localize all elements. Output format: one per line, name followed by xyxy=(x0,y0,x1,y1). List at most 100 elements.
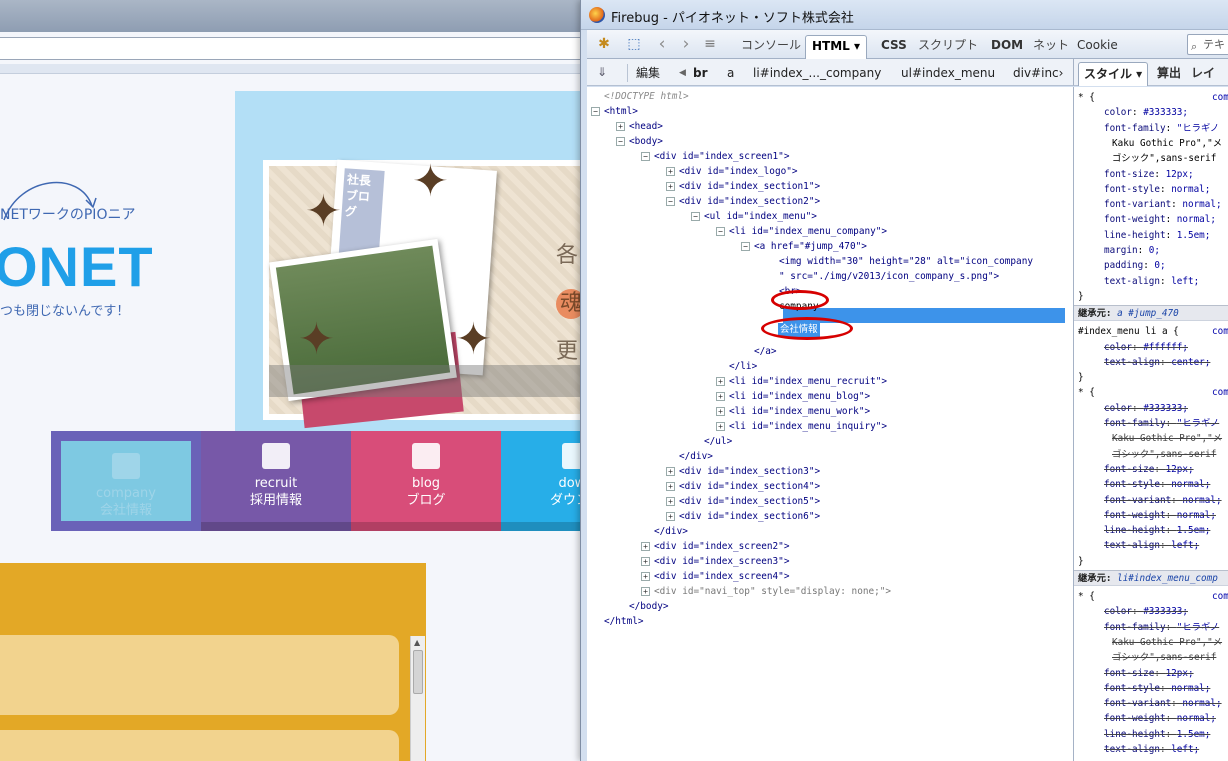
css-source-link[interactable]: com xyxy=(1212,90,1228,105)
css-property[interactable]: color: #333333; xyxy=(1104,105,1188,120)
css-rule-selector[interactable]: * {com xyxy=(1078,90,1228,105)
html-tree-node[interactable]: − <body> xyxy=(616,134,663,149)
html-tree-node[interactable]: + <head> xyxy=(616,119,663,134)
tab-computed[interactable]: 算出 xyxy=(1152,62,1186,86)
break-on-mutate-icon[interactable]: ⇓ xyxy=(597,65,613,81)
inherited-selector-link[interactable]: li#index_menu_comp xyxy=(1117,573,1218,584)
html-tree-node[interactable]: </li> xyxy=(729,359,757,374)
collapse-node-icon[interactable]: − xyxy=(616,137,625,146)
tab-script[interactable]: スクリプト xyxy=(912,35,984,59)
css-property[interactable]: margin: 0; xyxy=(1104,243,1160,258)
expand-node-icon[interactable]: + xyxy=(666,167,675,176)
css-value-continuation[interactable]: Kaku Gothic Pro","メ xyxy=(1112,136,1222,151)
css-rule-selector[interactable]: * {com xyxy=(1078,589,1228,604)
html-tree-node[interactable]: − <html> xyxy=(591,104,638,119)
command-line-icon[interactable]: ≡ xyxy=(701,36,719,52)
nav-blog-button[interactable]: blog ブログ xyxy=(351,431,501,531)
css-property[interactable]: line-height: 1.5em; xyxy=(1104,523,1210,538)
css-property[interactable]: font-variant: normal; xyxy=(1104,696,1222,711)
tab-dom[interactable]: DOM xyxy=(985,35,1029,59)
breadcrumb-item-ul[interactable]: ul#index_menu xyxy=(901,64,995,82)
css-property[interactable]: font-weight: normal; xyxy=(1104,508,1216,523)
collapse-node-icon[interactable]: − xyxy=(591,107,600,116)
expand-node-icon[interactable]: + xyxy=(641,542,650,551)
expand-node-icon[interactable]: + xyxy=(666,467,675,476)
html-tree-node[interactable]: </ul> xyxy=(704,434,732,449)
css-source-link[interactable]: com xyxy=(1212,385,1228,400)
css-property[interactable]: line-height: 1.5em; xyxy=(1104,727,1210,742)
css-property[interactable]: font-style: normal; xyxy=(1104,182,1210,197)
expand-node-icon[interactable]: + xyxy=(666,182,675,191)
css-property[interactable]: font-family: "ヒラギノ xyxy=(1104,121,1219,136)
nav-recruit-button[interactable]: recruit 採用情報 xyxy=(201,431,351,531)
css-property[interactable]: font-style: normal; xyxy=(1104,681,1210,696)
css-property[interactable]: font-weight: normal; xyxy=(1104,711,1216,726)
firebug-titlebar[interactable]: Firebug - パイオネット・ソフト株式会社 xyxy=(581,0,1228,30)
css-property[interactable]: font-variant: normal; xyxy=(1104,493,1222,508)
search-input[interactable]: ⌕ テキ xyxy=(1187,34,1228,55)
html-tree-node[interactable]: + <div id="index_screen3"> xyxy=(641,554,789,569)
css-value-continuation[interactable]: Kaku Gothic Pro","メ xyxy=(1112,635,1222,650)
html-tree-node[interactable]: − <li id="index_menu_company"> xyxy=(716,224,887,239)
tab-css[interactable]: CSS xyxy=(875,35,913,59)
css-property[interactable]: text-align: left; xyxy=(1104,538,1199,553)
css-rule-selector[interactable]: #index_menu li a {comm xyxy=(1078,324,1228,339)
expand-node-icon[interactable]: + xyxy=(716,377,725,386)
css-source-link[interactable]: com xyxy=(1212,589,1228,604)
html-tree-node[interactable]: + <div id="index_section4"> xyxy=(666,479,820,494)
css-property[interactable]: font-family: "ヒラギノ xyxy=(1104,620,1219,635)
tab-cookie[interactable]: Cookie xyxy=(1071,35,1124,59)
css-property[interactable]: font-family: "ヒラギノ xyxy=(1104,416,1219,431)
html-tree-node[interactable]: + <div id="index_logo"> xyxy=(666,164,798,179)
collapse-node-icon[interactable]: − xyxy=(641,152,650,161)
css-property[interactable]: padding: 0; xyxy=(1104,258,1166,273)
css-property[interactable]: text-align: center; xyxy=(1104,355,1210,370)
scroll-up-icon[interactable]: ▲ xyxy=(414,638,420,647)
collapse-node-icon[interactable]: − xyxy=(666,197,675,206)
css-rule-selector[interactable]: * {com xyxy=(1078,385,1228,400)
browser-address-bar[interactable] xyxy=(0,37,590,60)
tab-net[interactable]: ネット xyxy=(1027,35,1075,59)
style-side-panel[interactable]: * {com color: #333333; font-family: "ヒラギノ K… xyxy=(1073,87,1228,761)
css-property[interactable]: text-align: left; xyxy=(1104,742,1199,757)
html-tree-node[interactable]: </html> xyxy=(604,614,644,629)
html-tree-node[interactable]: + <li id="index_menu_blog"> xyxy=(716,389,870,404)
css-property[interactable]: font-weight: normal; xyxy=(1104,212,1216,227)
expand-node-icon[interactable]: + xyxy=(616,122,625,131)
scrollbar-thumb[interactable] xyxy=(413,650,423,694)
css-property[interactable]: font-variant: normal; xyxy=(1104,197,1222,212)
html-tree-node[interactable]: − <ul id="index_menu"> xyxy=(691,209,817,224)
css-property[interactable]: font-size: 12px; xyxy=(1104,167,1194,182)
css-property[interactable]: font-size: 12px; xyxy=(1104,462,1194,477)
html-tree-node[interactable]: + <li id="index_menu_work"> xyxy=(716,404,870,419)
css-property[interactable]: text-align: left; xyxy=(1104,274,1199,289)
breadcrumb-item-div[interactable]: div#inc› xyxy=(1013,64,1063,82)
html-tree-node[interactable]: − <div id="index_screen1"> xyxy=(641,149,789,164)
html-tree-node[interactable]: + <li id="index_menu_recruit"> xyxy=(716,374,887,389)
collapse-node-icon[interactable]: − xyxy=(716,227,725,236)
nav-company-button[interactable]: company 会社情報 xyxy=(51,431,201,531)
html-tree-node[interactable]: + <div id="index_section5"> xyxy=(666,494,820,509)
inherited-selector-link[interactable]: a #jump_470 xyxy=(1117,308,1179,319)
html-tree-node[interactable]: <!DOCTYPE html> xyxy=(604,89,689,104)
css-property[interactable]: font-style: normal; xyxy=(1104,477,1210,492)
css-value-continuation[interactable]: Kaku Gothic Pro","メ xyxy=(1112,431,1222,446)
html-tree-node[interactable]: + <div id="index_screen2"> xyxy=(641,539,789,554)
expand-node-icon[interactable]: + xyxy=(666,512,675,521)
expand-node-icon[interactable]: + xyxy=(716,392,725,401)
html-tree-panel[interactable]: <!DOCTYPE html> − <html> + <head> − <body> − <di… xyxy=(587,87,1073,761)
back-arrow-icon[interactable]: ‹ xyxy=(653,36,671,53)
forward-arrow-icon[interactable]: › xyxy=(677,36,695,53)
breadcrumb-item-br[interactable]: br xyxy=(693,64,708,82)
html-tree-node[interactable]: + <li id="index_menu_inquiry"> xyxy=(716,419,887,434)
css-property[interactable]: color: #ffffff; xyxy=(1104,340,1188,355)
html-tree-node[interactable]: </div> xyxy=(654,524,688,539)
tab-layout[interactable]: レイア xyxy=(1186,62,1228,102)
expand-node-icon[interactable]: + xyxy=(666,497,675,506)
edit-button[interactable]: 編集 xyxy=(627,64,660,82)
breadcrumb-item-a[interactable]: a xyxy=(727,64,734,82)
tab-style[interactable]: スタイル ▾ xyxy=(1078,62,1149,86)
tab-console[interactable]: コンソール xyxy=(735,35,807,59)
content-scrollbar[interactable]: ▲ xyxy=(410,636,425,761)
breadcrumb-item-li[interactable]: li#index_..._company xyxy=(753,64,881,82)
